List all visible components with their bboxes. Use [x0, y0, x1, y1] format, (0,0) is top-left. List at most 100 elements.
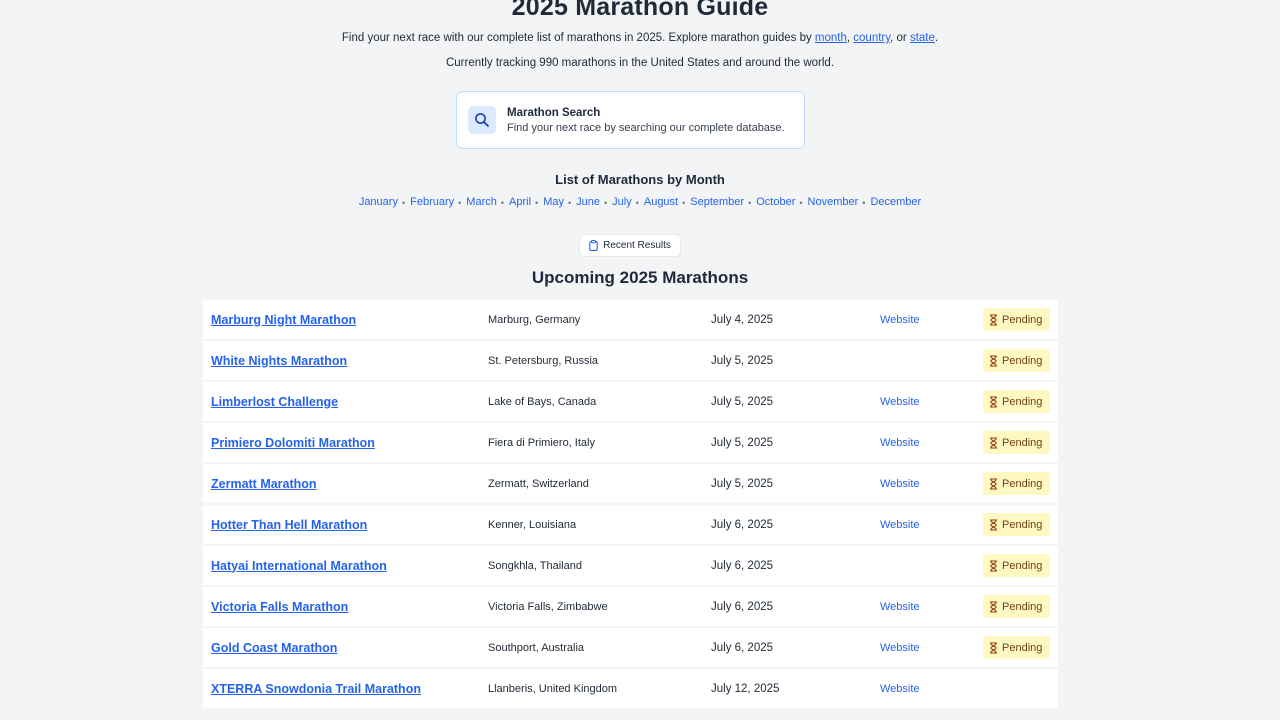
search-card-description: Find your next race by searching our com… [507, 121, 785, 134]
marathon-location: Victoria Falls, Zimbabwe [488, 600, 608, 613]
intro-or: , or [890, 32, 910, 44]
marathon-location: St. Petersburg, Russia [488, 354, 599, 367]
status-label: Pending [1002, 477, 1043, 490]
marathon-search-card[interactable]: Marathon Search Find your next race by s… [456, 91, 805, 149]
table-row: Hotter Than Hell Marathon Kenner, Louisia… [203, 505, 1058, 544]
month-link-january[interactable]: January [359, 196, 398, 210]
month-link-august[interactable]: August [644, 196, 678, 210]
marathon-date: July 6, 2025 [711, 559, 774, 572]
status-badge: Pending [983, 636, 1050, 659]
status-label: Pending [1002, 559, 1043, 572]
table-row: Victoria Falls Marathon Victoria Falls, Z… [203, 587, 1058, 626]
table-row: White Nights Marathon St. Petersburg, Rus… [203, 341, 1058, 380]
hourglass-icon [989, 641, 998, 654]
month-link-september[interactable]: September [690, 196, 744, 210]
marathon-location: Zermatt, Switzerland [488, 477, 589, 490]
table-row: Marburg Night Marathon Marburg, Germany Ju… [203, 300, 1058, 339]
status-label: Pending [1002, 641, 1043, 654]
hourglass-icon [989, 477, 998, 490]
table-row: Zermatt Marathon Zermatt, Switzerland July… [203, 464, 1058, 503]
search-icon [468, 106, 496, 134]
marathon-date: July 6, 2025 [711, 518, 774, 531]
marathon-location: Lake of Bays, Canada [488, 395, 597, 408]
month-link-april[interactable]: April [509, 196, 531, 210]
month-separator: • [567, 198, 572, 208]
marathon-name-link[interactable]: Hotter Than Hell Marathon [211, 518, 367, 532]
marathon-name-link[interactable]: Marburg Night Marathon [211, 313, 356, 327]
table-row: Primiero Dolomiti Marathon Fiera di Primi… [203, 423, 1058, 462]
status-badge: Pending [983, 472, 1050, 495]
table-row: XTERRA Snowdonia Trail Marathon Llanberis… [203, 669, 1058, 708]
marathon-location: Southport, Australia [488, 641, 585, 654]
months-heading: List of Marathons by Month [555, 172, 725, 187]
month-separator: • [401, 198, 406, 208]
table-row: Limberlost Challenge Lake of Bays, Canada… [203, 382, 1058, 421]
page-title: 2025 Marathon Guide [511, 0, 769, 21]
country-link[interactable]: country [853, 32, 890, 44]
marathon-name-link[interactable]: XTERRA Snowdonia Trail Marathon [211, 682, 421, 696]
intro-suffix: . [934, 32, 939, 44]
marathon-location: Llanberis, United Kingdom [488, 682, 618, 695]
marathon-name-link[interactable]: Gold Coast Marathon [211, 641, 337, 655]
marathon-table: Marburg Night Marathon Marburg, Germany Ju… [203, 300, 1058, 710]
marathon-name-link[interactable]: Primiero Dolomiti Marathon [211, 436, 375, 450]
month-list: January • February • March • April • May • June • Ju… [0, 196, 1280, 210]
marathon-name-link[interactable]: Victoria Falls Marathon [211, 600, 348, 614]
table-row: Hatyai International Marathon Songkhla, T… [203, 546, 1058, 585]
tracking-count-text: Currently tracking 990 marathons in the … [445, 57, 835, 69]
marathon-date: July 5, 2025 [711, 436, 774, 449]
hourglass-icon [989, 600, 998, 613]
month-link-july[interactable]: July [612, 196, 632, 210]
month-separator: • [500, 198, 505, 208]
marathon-location: Songkhla, Thailand [488, 559, 582, 572]
intro-prefix: Find your next race with our complete li… [341, 32, 815, 44]
marathon-date: July 5, 2025 [711, 395, 774, 408]
status-badge: Pending [983, 349, 1050, 372]
marathon-name-link[interactable]: Limberlost Challenge [211, 395, 338, 409]
website-link[interactable]: Website [880, 478, 920, 490]
status-label: Pending [1002, 518, 1043, 531]
website-link[interactable]: Website [880, 437, 920, 449]
clipboard-icon [589, 240, 598, 251]
marathon-name-link[interactable]: White Nights Marathon [211, 354, 347, 368]
marathon-date: July 6, 2025 [711, 600, 774, 613]
table-row: Gold Coast Marathon Southport, Australia J… [203, 628, 1058, 667]
status-badge: Pending [983, 390, 1050, 413]
status-badge: Pending [983, 513, 1050, 536]
status-label: Pending [1002, 436, 1043, 449]
month-link-may[interactable]: May [543, 196, 564, 210]
month-link-december[interactable]: December [870, 196, 921, 210]
marathon-date: July 4, 2025 [711, 313, 774, 326]
state-link[interactable]: state [910, 32, 935, 44]
status-badge: Pending [983, 554, 1050, 577]
month-link-october[interactable]: October [756, 196, 795, 210]
intro-text: Find your next race with our complete li… [0, 32, 1280, 44]
website-link[interactable]: Website [880, 642, 920, 654]
website-link[interactable]: Website [880, 601, 920, 613]
month-separator: • [535, 198, 539, 208]
website-link[interactable]: Website [880, 683, 920, 695]
month-link-june[interactable]: June [576, 196, 600, 210]
hourglass-icon [989, 395, 998, 408]
month-separator: • [682, 198, 686, 208]
status-label: Pending [1002, 395, 1043, 408]
month-link-march[interactable]: March [466, 196, 497, 210]
month-separator: • [603, 198, 608, 208]
recent-results-button[interactable]: Recent Results [579, 234, 681, 257]
month-link-november[interactable]: November [808, 196, 859, 210]
month-link-february[interactable]: February [410, 196, 454, 210]
website-link[interactable]: Website [880, 314, 920, 326]
website-link[interactable]: Website [880, 519, 920, 531]
status-label: Pending [1002, 354, 1043, 367]
hourglass-icon [989, 354, 998, 367]
marathon-name-link[interactable]: Zermatt Marathon [211, 477, 317, 491]
status-badge: Pending [983, 308, 1050, 331]
marathon-location: Marburg, Germany [488, 313, 581, 326]
month-link[interactable]: month [815, 32, 847, 44]
recent-results-label: Recent Results [603, 240, 671, 251]
month-separator: • [635, 198, 639, 208]
month-separator: • [458, 198, 462, 208]
marathon-name-link[interactable]: Hatyai International Marathon [211, 559, 387, 573]
website-link[interactable]: Website [880, 396, 920, 408]
search-card-title: Marathon Search [507, 106, 601, 119]
